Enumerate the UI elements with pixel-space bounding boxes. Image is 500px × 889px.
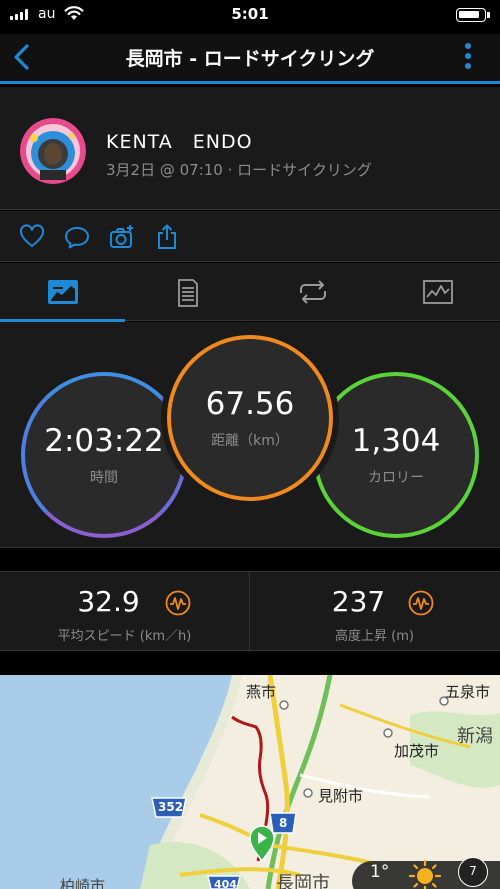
- distance-ring: 67.56 距離（km）: [167, 335, 333, 501]
- tab-charts[interactable]: [375, 263, 500, 321]
- map-label-kashiwazaki: 柏崎市: [60, 877, 106, 889]
- status-bar: au 5:01: [0, 0, 500, 34]
- time-ring: 2:03:22 時間: [21, 372, 187, 538]
- tab-laps[interactable]: [250, 263, 375, 321]
- elevation-label: 高度上昇 (m): [335, 629, 414, 644]
- avatar[interactable]: [20, 118, 86, 184]
- map-label-nagaoka: 長岡市: [276, 873, 330, 889]
- camera-add-icon[interactable]: [109, 224, 135, 250]
- weather-badge: 7: [458, 857, 488, 887]
- clock: 5:01: [231, 5, 269, 23]
- tab-overview[interactable]: [0, 263, 125, 322]
- avg-speed-stat[interactable]: 32.9 平均スピード (km／h): [0, 572, 249, 652]
- laps-icon: [300, 280, 326, 304]
- distance-label: 距離（km）: [211, 433, 289, 449]
- summary-section: 2:03:22 時間 1,304 カロリー 67.56 距離（km）: [0, 322, 500, 548]
- route-map[interactable]: 燕市 五泉市 新潟 加茂市 見附市 長岡市 柏崎市 352 8 404 1° 7: [0, 675, 500, 889]
- elevation-value: 237: [331, 585, 386, 618]
- map-canvas: [0, 675, 500, 889]
- map-label-gosen: 五泉市: [445, 683, 491, 701]
- heart-icon[interactable]: [19, 224, 45, 250]
- time-label: 時間: [90, 470, 118, 486]
- avg-speed-label: 平均スピード (km／h): [57, 629, 192, 644]
- calories-ring: 1,304 カロリー: [313, 372, 479, 538]
- more-options-button[interactable]: [464, 43, 472, 73]
- avg-speed-value: 32.9: [77, 585, 140, 618]
- map-label-niigata: 新潟: [457, 726, 493, 747]
- time-value: 2:03:22: [44, 423, 164, 459]
- map-label-mitsuke: 見附市: [318, 787, 364, 805]
- sun-icon: [408, 859, 442, 889]
- battery-icon: [456, 8, 490, 22]
- calories-value: 1,304: [351, 423, 441, 459]
- share-icon[interactable]: [154, 224, 180, 250]
- elevation-stat[interactable]: 237 高度上昇 (m): [250, 572, 499, 652]
- navigation-bar: 長岡市 - ロードサイクリング: [0, 34, 500, 84]
- back-button[interactable]: [10, 42, 34, 72]
- activity-header: KENTA ENDO 3月2日 @ 07:10 · ロードサイクリング: [0, 87, 500, 210]
- comment-icon[interactable]: [64, 224, 90, 250]
- distance-value: 67.56: [205, 386, 295, 422]
- overview-icon: [48, 280, 78, 304]
- tab-details[interactable]: [125, 263, 250, 321]
- map-label-tsubame: 燕市: [246, 683, 277, 701]
- page-title: 長岡市 - ロードサイクリング: [125, 48, 375, 70]
- graph-icon: [408, 590, 434, 616]
- route-352-label: 352: [158, 800, 184, 814]
- route-8-label: 8: [279, 816, 288, 830]
- user-name[interactable]: KENTA ENDO: [106, 127, 253, 154]
- weather-widget[interactable]: 1° 7: [352, 857, 500, 889]
- map-label-kamo: 加茂市: [394, 742, 440, 760]
- calories-label: カロリー: [368, 470, 424, 486]
- tab-bar: [0, 263, 500, 322]
- weather-temperature: 1°: [370, 862, 390, 882]
- stats-row: 32.9 平均スピード (km／h) 237 高度上昇 (m): [0, 571, 500, 652]
- chart-icon: [423, 280, 453, 304]
- route-404-label: 404: [214, 878, 237, 889]
- activity-meta: 3月2日 @ 07:10 · ロードサイクリング: [106, 161, 372, 179]
- graph-icon: [165, 590, 191, 616]
- action-bar: [0, 211, 500, 262]
- details-icon: [178, 279, 198, 307]
